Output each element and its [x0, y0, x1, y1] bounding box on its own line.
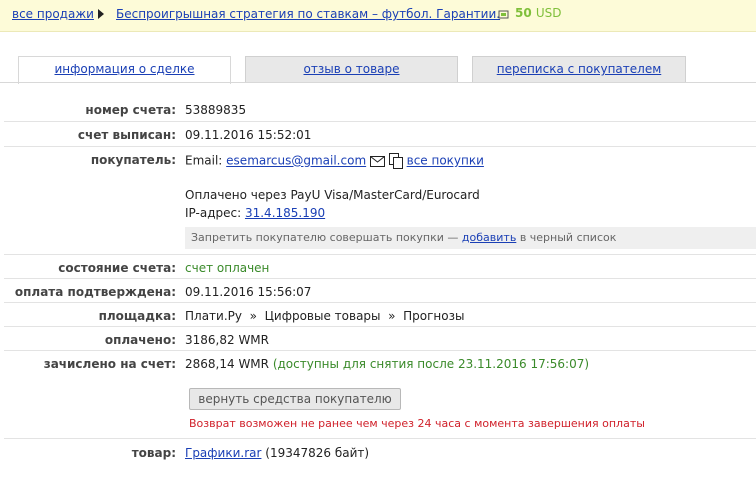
payment-confirmed-label: оплата подтверждена: [14, 285, 176, 299]
platform-label: площадка: [98, 309, 176, 323]
blacklist-box: Запретить покупателю совершать покупки —… [185, 227, 756, 249]
buyer-email-link[interactable]: esemarcus@gmail.com [226, 154, 366, 168]
product-file-size: (19347826 байт) [265, 446, 370, 460]
tab-bar: информация о сделке отзыв о товаре переп… [0, 56, 756, 84]
refund-button[interactable]: вернуть средства покупателю [189, 388, 401, 410]
paid-label: оплачено: [104, 333, 176, 347]
credited-label: зачислено на счет: [43, 357, 176, 371]
status-value: счет оплачен [185, 261, 270, 275]
breadcrumb-bar: все продажи Беспроигрышная стратегия по … [0, 0, 756, 32]
invoice-issued-value: 09.11.2016 15:52:01 [185, 128, 312, 142]
blacklist-add-link[interactable]: добавить [462, 231, 516, 244]
copy-icon[interactable] [388, 153, 403, 169]
buyer-row: покупатель: Email: esemarcus@gmail.com в… [4, 146, 756, 255]
ip-prefix: IP-адрес: [185, 206, 242, 220]
tab-deal-info-label[interactable]: информация о сделке [54, 62, 194, 76]
invoice-number-label: номер счета: [85, 103, 176, 117]
invoice-number-value: 53889835 [185, 103, 247, 117]
product-label: товар: [131, 446, 176, 460]
status-label: состояние счета: [58, 261, 176, 275]
payment-confirmed-value: 09.11.2016 15:56:07 [185, 285, 312, 299]
invoice-issued-label: счет выписан: [77, 128, 176, 142]
invoice-number-row: номер счета: 53889835 [4, 96, 756, 122]
credited-note: (доступны для снятия после 23.11.2016 17… [272, 357, 590, 371]
all-sales-link[interactable]: все продажи [12, 7, 94, 21]
mail-icon[interactable] [369, 155, 385, 167]
breadcrumb-arrow-icon [98, 9, 104, 19]
tab-correspondence-label[interactable]: переписка с покупателем [497, 62, 662, 76]
tab-review[interactable]: отзыв о товаре [245, 56, 458, 82]
buyer-email-line: Email: esemarcus@gmail.com все покупки [185, 153, 484, 169]
product-file-line: Графики.rar (19347826 байт) [185, 446, 369, 460]
product-row: товар: Графики.rar (19347826 байт) [4, 439, 756, 463]
credited-value: 2868,14 WMR [185, 357, 269, 371]
paid-row: оплачено: 3186,82 WMR [4, 326, 756, 351]
credited-row: зачислено на счет: 2868,14 WMR (доступны… [4, 350, 756, 439]
paid-value: 3186,82 WMR [185, 333, 269, 347]
payment-confirmed-row: оплата подтверждена: 09.11.2016 15:56:07 [4, 278, 756, 303]
ip-line: IP-адрес: 31.4.185.190 [185, 206, 325, 220]
buyer-label: покупатель: [90, 153, 176, 167]
tab-review-label[interactable]: отзыв о товаре [304, 62, 400, 76]
email-prefix: Email: [185, 153, 223, 168]
blacklist-prefix: Запретить покупателю совершать покупки — [191, 231, 459, 244]
blacklist-suffix: в черный список [519, 231, 617, 244]
invoice-issued-row: счет выписан: 09.11.2016 15:52:01 [4, 121, 756, 147]
refund-warning: Возврат возможен не ранее чем через 24 ч… [189, 417, 645, 430]
tab-deal-info[interactable]: информация о сделке [18, 56, 231, 84]
credited-line: 2868,14 WMR (доступны для снятия после 2… [185, 357, 589, 371]
status-row: состояние счета: счет оплачен [4, 254, 756, 279]
platform-value: Плати.Ру » Цифровые товары » Прогнозы [185, 309, 465, 323]
ip-address-link[interactable]: 31.4.185.190 [245, 206, 325, 220]
paid-via-text: Оплачено через PayU Visa/MasterCard/Euro… [185, 188, 480, 202]
tab-divider [0, 82, 756, 83]
tab-correspondence[interactable]: переписка с покупателем [472, 56, 686, 82]
platform-row: площадка: Плати.Ру » Цифровые товары » П… [4, 302, 756, 327]
all-purchases-link[interactable]: все покупки [407, 154, 484, 168]
price-tag-icon [498, 10, 509, 19]
product-file-link[interactable]: Графики.rar [185, 446, 261, 460]
product-price: 50 USD [515, 6, 562, 20]
product-link[interactable]: Беспроигрышная стратегия по ставкам – фу… [116, 7, 500, 21]
